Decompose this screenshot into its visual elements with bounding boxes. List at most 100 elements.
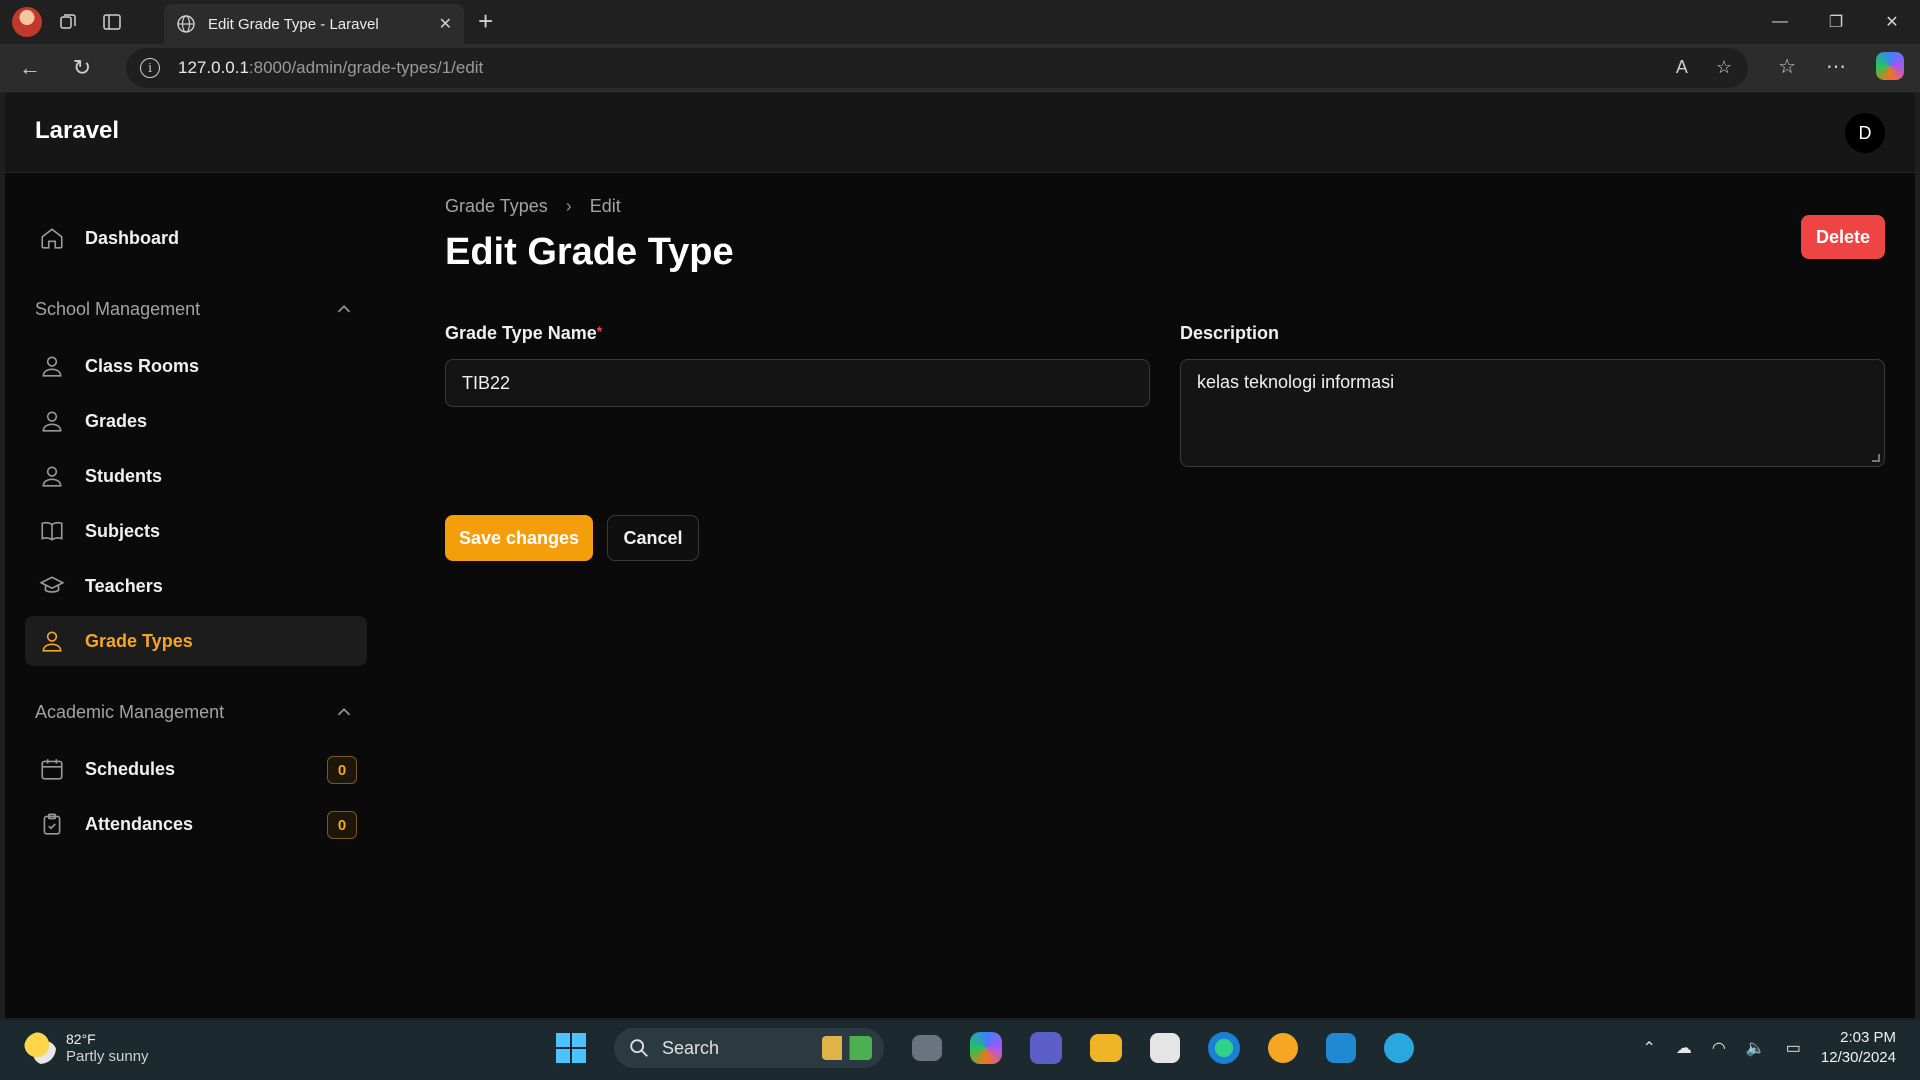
save-changes-button[interactable]: Save changes [445,515,593,561]
sidebar-item-schedules[interactable]: Schedules 0 [25,744,367,794]
clock-date: 12/30/2024 [1820,1049,1896,1066]
file-explorer-icon[interactable] [1090,1034,1122,1062]
battery-icon[interactable]: ▭ [1786,1038,1801,1058]
sidebar-item-students[interactable]: Students [25,451,367,501]
search-label: Search [662,1037,720,1058]
more-options-icon[interactable]: ⋯ [1826,54,1846,79]
grade-type-name-field: Grade Type Name* TIB22 [445,323,1150,467]
favorites-icon[interactable]: ☆ [1778,54,1796,79]
delete-button[interactable]: Delete [1801,215,1885,259]
read-aloud-icon[interactable]: A [1676,57,1688,78]
sidebar-item-grades[interactable]: Grades [25,396,367,446]
window-close-icon[interactable]: ✕ [1864,0,1920,44]
url-host: 127.0.0.1 [178,58,249,77]
sidebar-item-label: Subjects [85,520,161,541]
weather-widget[interactable]: 82°F Partly sunny [24,1030,149,1066]
window-controls: — ❐ ✕ [1752,0,1920,44]
sidebar-item-label: Class Rooms [85,355,200,376]
sidebar-item-label: Attendances [85,813,194,834]
user-icon [39,353,65,379]
partly-sunny-icon [24,1032,56,1064]
back-icon[interactable]: ← [8,48,52,88]
sidebar-item-label: Dashboard [85,227,180,248]
chevron-up-icon[interactable]: ⌃ [1643,1038,1656,1058]
sidebar-group-label: Academic Management [35,701,225,722]
url-text: 127.0.0.1:8000/admin/grade-types/1/edit [178,58,483,78]
microsoft-store-icon[interactable] [1150,1033,1180,1063]
page-title: Edit Grade Type [445,231,734,273]
count-badge: 0 [327,811,357,839]
user-avatar[interactable]: D [1845,113,1885,153]
clock[interactable]: 2:03 PM 12/30/2024 [1821,1028,1896,1068]
user-icon [39,408,65,434]
description-field: Description kelas teknologi informasi [1180,323,1885,467]
description-text: kelas teknologi informasi [1197,372,1395,392]
favorite-star-icon[interactable]: ☆ [1716,57,1732,78]
graduation-cap-icon [39,573,65,599]
chevron-up-icon[interactable] [333,701,355,723]
sidebar-item-grade-types[interactable]: Grade Types [25,616,367,666]
chevron-right-icon: › [565,195,572,216]
edit-form: Grade Type Name* TIB22 Description kelas… [445,323,1885,467]
search-highlight-icon [822,1036,872,1060]
sidebar-item-teachers[interactable]: Teachers [25,561,367,611]
cancel-button[interactable]: Cancel [607,515,699,561]
sidebar-item-subjects[interactable]: Subjects [25,506,367,556]
sidebar-item-label: Schedules [85,758,176,779]
clock-time: 2:03 PM [1840,1029,1896,1046]
sidebar-item-attendances[interactable]: Attendances 0 [25,799,367,849]
vscode-icon[interactable] [1326,1033,1356,1063]
calendar-icon [39,756,65,782]
sidebar-group-academic-management[interactable]: Academic Management [25,684,367,740]
restore-icon[interactable]: ❐ [1808,0,1864,44]
onedrive-cloud-icon[interactable]: ☁ [1676,1038,1692,1058]
sidebar-item-dashboard[interactable]: Dashboard [25,213,367,263]
user-icon [39,628,65,654]
volume-icon[interactable]: 🔈 [1746,1038,1766,1058]
wifi-icon[interactable]: ◠ [1712,1038,1726,1058]
browser-tab-active[interactable]: Edit Grade Type - Laravel ✕ [164,4,464,44]
brand-logo[interactable]: Laravel [35,117,119,145]
new-tab-icon[interactable]: + [478,6,493,37]
edge-icon[interactable] [1208,1032,1240,1064]
sidebar-item-label: Grades [85,410,148,431]
description-textarea[interactable]: kelas teknologi informasi [1180,359,1885,467]
teams-icon[interactable] [1030,1032,1062,1064]
profile-avatar[interactable] [12,7,42,37]
grade-type-name-input[interactable]: TIB22 [445,359,1150,407]
minimize-icon[interactable]: — [1752,0,1808,44]
vertical-tabs-icon[interactable] [94,4,130,40]
breadcrumb-grade-types[interactable]: Grade Types [445,196,548,217]
bird-app-icon[interactable] [1384,1033,1414,1063]
browser-titlebar: Edit Grade Type - Laravel ✕ + — ❐ ✕ [0,0,1920,44]
task-view-icon[interactable] [912,1035,942,1061]
url-path: :8000/admin/grade-types/1/edit [248,58,484,77]
copilot-icon[interactable] [1876,52,1904,80]
user-icon [39,463,65,489]
home-icon [39,225,65,251]
description-label: Description [1180,323,1280,343]
taskbar-apps: Search [556,1028,1414,1068]
sidebar-group-school-management[interactable]: School Management [25,281,367,337]
copilot-app-icon[interactable] [970,1032,1002,1064]
book-icon [39,518,65,544]
tab-close-icon[interactable]: ✕ [439,14,452,34]
resize-handle-icon[interactable] [1872,454,1880,462]
windows-start-icon[interactable] [556,1033,586,1063]
sidebar-item-label: Students [85,465,163,486]
sidebar-item-class-rooms[interactable]: Class Rooms [25,341,367,391]
app-header: Laravel D [5,93,1915,173]
clipboard-check-icon [39,811,65,837]
reload-icon[interactable]: ↻ [60,48,104,88]
sidebar-group-label: School Management [35,298,201,319]
site-info-icon[interactable]: i [140,58,160,78]
main-content: Grade Types › Edit Edit Grade Type Delet… [445,193,1885,561]
medal-app-icon[interactable] [1268,1033,1298,1063]
chevron-up-icon[interactable] [333,298,355,320]
url-input[interactable]: i 127.0.0.1:8000/admin/grade-types/1/edi… [126,48,1748,88]
weather-condition: Partly sunny [66,1048,149,1065]
breadcrumb: Grade Types › Edit [445,193,1885,219]
taskbar-search[interactable]: Search [614,1028,884,1068]
workspaces-icon[interactable] [50,4,86,40]
grade-type-name-label: Grade Type Name* [445,323,1150,345]
